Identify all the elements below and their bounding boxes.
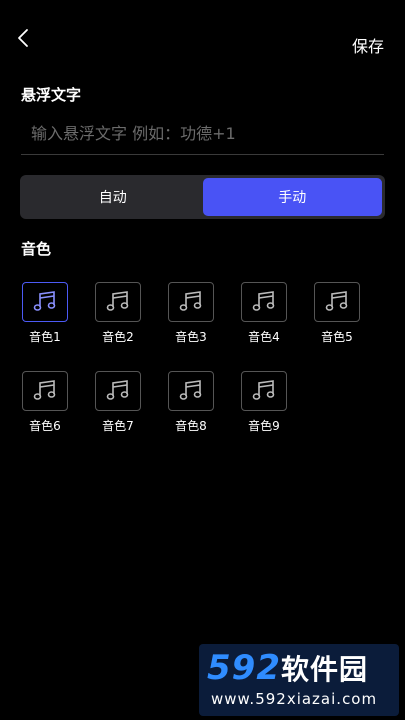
watermark-logo: 592软件园 xyxy=(207,648,368,688)
back-button[interactable] xyxy=(12,26,36,50)
music-note-icon xyxy=(106,291,129,311)
tone-section-title: 音色 xyxy=(21,240,52,258)
tone-item-label: 音色1 xyxy=(29,330,61,344)
tone-item-6[interactable]: 音色6 xyxy=(20,371,70,434)
tone-item-box xyxy=(168,282,214,322)
tone-item-label: 音色2 xyxy=(102,330,134,344)
mode-auto-button[interactable]: 自动 xyxy=(23,178,203,216)
tone-item-box xyxy=(241,282,287,322)
watermark-logo-text: 软件园 xyxy=(280,653,368,686)
tone-item-label: 音色4 xyxy=(248,330,280,344)
music-note-icon xyxy=(106,380,129,400)
tone-item-box xyxy=(95,282,141,322)
float-text-input[interactable] xyxy=(21,113,384,155)
tone-item-box xyxy=(22,371,68,411)
top-bar: 保存 xyxy=(0,0,405,80)
tone-item-9[interactable]: 音色9 xyxy=(239,371,289,434)
tone-item-box xyxy=(314,282,360,322)
tone-item-8[interactable]: 音色8 xyxy=(166,371,216,434)
tone-item-label: 音色6 xyxy=(29,419,61,433)
tone-item-box xyxy=(168,371,214,411)
mode-toggle: 自动 手动 xyxy=(20,175,385,219)
save-button[interactable]: 保存 xyxy=(352,33,384,57)
music-note-icon xyxy=(33,380,56,400)
tone-item-5[interactable]: 音色5 xyxy=(312,282,362,345)
float-text-title: 悬浮文字 xyxy=(21,86,82,104)
tone-item-label: 音色5 xyxy=(321,330,353,344)
tone-item-label: 音色9 xyxy=(248,419,280,433)
watermark-logo-number: 592 xyxy=(207,648,281,688)
tone-item-label: 音色7 xyxy=(102,419,134,433)
tone-item-label: 音色3 xyxy=(175,330,207,344)
tone-item-box xyxy=(241,371,287,411)
tone-item-3[interactable]: 音色3 xyxy=(166,282,216,345)
tone-item-1[interactable]: 音色1 xyxy=(20,282,70,345)
music-note-icon xyxy=(179,380,202,400)
site-watermark: 592软件园 www.592xiazai.com xyxy=(199,644,399,716)
watermark-url: www.592xiazai.com xyxy=(211,690,378,708)
music-note-icon xyxy=(252,380,275,400)
tone-item-label: 音色8 xyxy=(175,419,207,433)
tone-item-box xyxy=(95,371,141,411)
music-note-icon xyxy=(252,291,275,311)
tone-item-box xyxy=(22,282,68,322)
chevron-left-icon xyxy=(18,29,28,47)
music-note-icon xyxy=(325,291,348,311)
tone-item-7[interactable]: 音色7 xyxy=(93,371,143,434)
tone-item-2[interactable]: 音色2 xyxy=(93,282,143,345)
music-note-icon xyxy=(33,291,56,311)
music-note-icon xyxy=(179,291,202,311)
tone-item-4[interactable]: 音色4 xyxy=(239,282,289,345)
mode-manual-button[interactable]: 手动 xyxy=(202,178,382,216)
